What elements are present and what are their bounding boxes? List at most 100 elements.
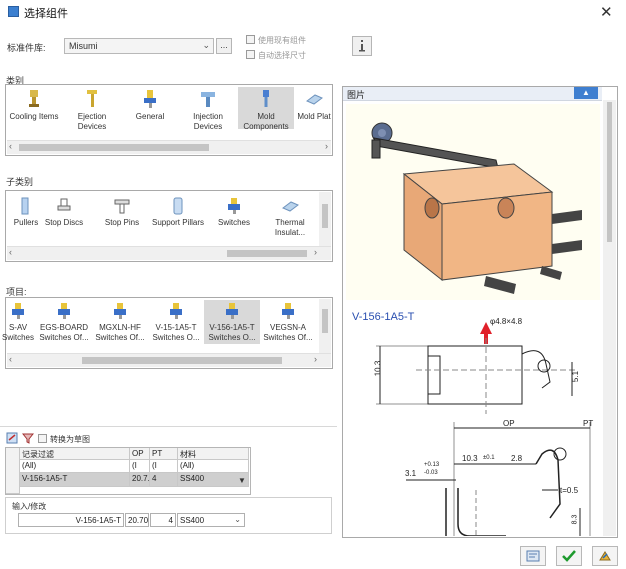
support-pillar-icon [173,197,183,215]
table-row-pt[interactable]: 4 [150,473,178,487]
switch-3d-render [346,104,600,300]
use-existing-checkbox[interactable] [246,35,255,44]
scroll-thumb[interactable] [19,144,209,151]
item-egs-board[interactable]: EGS-BOARD Switches Of... [36,300,92,343]
title-bar [0,0,626,24]
item-vegsn-a[interactable]: VEGSN-A Switches Of... [260,300,316,343]
dim-tol3: -0.03 [424,470,438,476]
column-header-material[interactable]: 材料 [178,448,249,460]
browse-button[interactable]: ... [216,38,232,54]
chevron-left-icon[interactable]: ‹ [9,354,12,364]
category-item-injection[interactable]: Injection Devices [180,87,236,132]
filter-cell-name[interactable]: (All) [20,460,130,473]
switch-icon [282,303,294,319]
convert-sketch-checkbox[interactable] [38,434,47,443]
item-v-15-1a5-t[interactable]: V-15-1A5-T Switches O... [148,300,204,343]
items-hscrollbar[interactable]: ‹ › [7,353,331,367]
edit-material-select[interactable]: SS400 ⌄ [177,513,245,527]
mold-components-icon [263,90,269,107]
filter-cell-pt[interactable]: (I [150,460,178,473]
subcategory-item-stop-pins[interactable]: Stop Pins [94,195,150,228]
checkmark-icon [562,550,576,562]
item-s-av[interactable]: S-AV Switches [0,300,38,343]
category-item-mold-components[interactable]: Mold Components [238,87,294,131]
dim-op: OP [503,419,515,428]
dim-pt: PT [583,419,594,428]
category-item-ejection[interactable]: Ejection Devices [64,87,120,132]
preview-vscrollbar[interactable] [603,100,616,536]
subcategory-hscrollbar[interactable]: ‹ › [7,246,331,260]
table-row-name[interactable]: V-156-1A5-T [20,473,130,487]
library-combo[interactable]: Misumi ⌄ [64,38,214,54]
row-header-column [6,448,20,494]
column-header-op[interactable]: OP [130,448,150,460]
column-header-pt[interactable]: PT [150,448,178,460]
subcategory-vscrollbar[interactable] [319,192,331,247]
filter-tool-icon[interactable] [21,432,35,444]
switch-icon [58,303,70,319]
filter-cell-material[interactable]: (All) [178,460,249,473]
auto-size-checkbox[interactable] [246,50,255,59]
scroll-thumb[interactable] [607,102,612,242]
stop-disc-icon [57,198,71,211]
app-icon [8,6,19,17]
dim-side: 5.1 [571,370,581,383]
stop-pin-icon [114,199,130,214]
apply-icon [599,551,611,561]
category-item-general[interactable]: General [122,87,178,122]
category-hscrollbar[interactable]: ‹ › [7,140,331,154]
use-existing-label: 使用现有组件 [258,36,306,45]
table-row-op[interactable]: 20.7... [130,473,150,487]
category-panel: Cooling Items Ejection Devices General I… [5,84,333,156]
scroll-thumb[interactable] [322,309,328,333]
sketch-tool-icon[interactable] [6,432,18,444]
dim-tol2: +0.13 [424,462,440,468]
library-label: 标准件库: [7,43,46,53]
subcategory-item-thermal[interactable]: Thermal Insulat... [262,195,318,238]
edit-name-field[interactable]: V-156-1A5-T [18,513,124,527]
column-header-filter[interactable]: 记录过滤 [20,448,130,460]
dim-height: 10.3 [373,360,383,377]
close-icon[interactable]: ✕ [600,3,613,21]
category-item-cooling[interactable]: Cooling Items [6,87,62,122]
chevron-right-icon[interactable]: › [325,141,328,151]
items-panel: S-AV Switches EGS-BOARD Switches Of... M… [2,297,333,369]
edit-pt-field[interactable]: 4 [150,513,176,527]
scroll-thumb[interactable] [322,204,328,228]
apply-button[interactable] [592,546,618,566]
scroll-thumb[interactable] [227,250,307,257]
ok-button[interactable] [556,546,582,566]
general-icon [144,90,156,108]
library-value: Misumi [69,41,98,51]
chevron-right-icon[interactable]: › [314,354,317,364]
switch-icon [170,303,182,319]
switch-icon [114,303,126,319]
chevron-left-icon[interactable]: ‹ [9,141,12,151]
items-vscrollbar[interactable] [319,299,331,354]
material-dropdown-icon[interactable]: ▼ [238,476,246,485]
filter-cell-op[interactable]: (I [130,460,150,473]
item-v-156-1a5-t[interactable]: V-156-1A5-T Switches O... [204,300,260,344]
edit-op-field[interactable]: 20.70 [125,513,149,527]
info-button[interactable] [352,36,372,56]
cooling-icon [29,90,39,107]
chevron-right-icon[interactable]: › [314,247,317,257]
info-icon [359,40,365,52]
category-item-mold-plate[interactable]: Mold Plat [294,87,334,122]
item-mgxln-hf[interactable]: MGXLN-HF Switches Of... [92,300,148,343]
subcategory-label: 子类别 [6,177,34,187]
thermal-insulation-icon [282,201,299,212]
dim-tol1: ±0.1 [483,455,495,461]
chevron-down-icon: ⌄ [234,515,241,524]
subcategory-panel: Pullers Stop Discs Stop Pins Support Pil… [5,190,333,262]
window-title: 选择组件 [24,8,68,20]
subcategory-item-support-pillars[interactable]: Support Pillars [150,195,206,228]
subcategory-item-stop-discs[interactable]: Stop Discs [36,195,92,228]
technical-drawing [376,322,591,536]
scroll-thumb[interactable] [82,357,282,364]
options-button[interactable] [520,546,546,566]
switch-icon [228,198,240,214]
chevron-left-icon[interactable]: ‹ [9,247,12,257]
subcategory-item-switches[interactable]: Switches [206,195,262,228]
collapse-preview-button[interactable]: ▲ [574,87,598,99]
